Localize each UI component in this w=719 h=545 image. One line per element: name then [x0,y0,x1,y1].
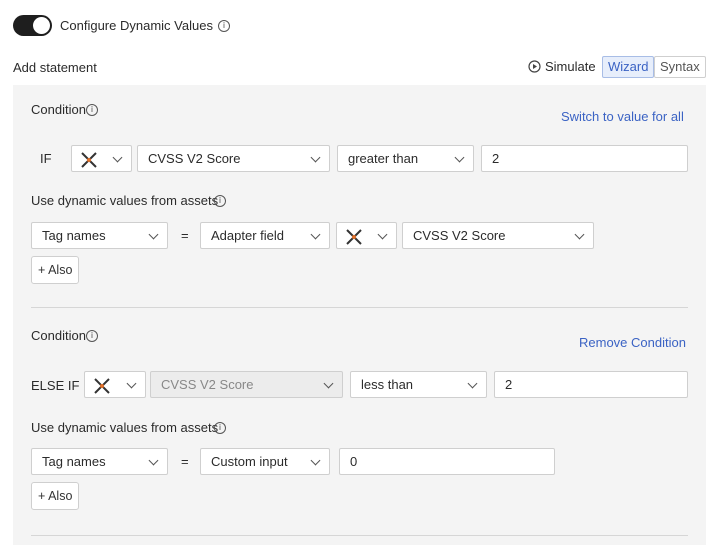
target-select-value: Tag names [42,228,106,243]
value-input-text: 2 [505,377,513,392]
target-select-value: Tag names [42,454,106,469]
info-icon[interactable]: i [86,104,98,116]
source-field-select[interactable]: CVSS V2 Score [402,222,594,249]
dynamic-values-title: Use dynamic values from assets [31,420,219,435]
switch-to-value-link[interactable]: Switch to value for all [561,109,684,124]
custom-value-text: 0 [350,454,358,469]
field-select[interactable]: CVSS V2 Score [137,145,330,172]
source-adapter-select[interactable] [336,222,397,249]
chevron-down-icon [310,229,321,240]
play-circle-icon[interactable] [528,60,541,73]
custom-value-input[interactable]: 0 [339,448,555,475]
condition-title: Condition [31,328,86,343]
field-select-value: CVSS V2 Score [161,377,254,392]
tab-syntax[interactable]: Syntax [654,56,706,78]
chevron-down-icon [467,378,478,389]
target-select[interactable]: Tag names [31,448,168,475]
adapter-x-icon [81,152,97,168]
divider [31,307,688,308]
chevron-down-icon [574,229,585,240]
adapter-select[interactable] [71,145,132,172]
operator-select-value: greater than [348,151,419,166]
adapter-select[interactable] [84,371,146,398]
chevron-down-icon [310,455,321,466]
tab-wizard[interactable]: Wizard [602,56,654,78]
dynamic-values-title: Use dynamic values from assets [31,193,219,208]
info-icon[interactable]: i [218,20,230,32]
operator-select[interactable]: greater than [337,145,474,172]
equals-sign: = [181,228,189,243]
chevron-down-icon [112,152,123,163]
equals-sign: = [181,454,189,469]
else-if-keyword: ELSE IF [31,378,80,393]
value-input[interactable]: 2 [481,145,688,172]
simulate-button[interactable]: Simulate [545,59,596,74]
also-button[interactable]: + Also [31,256,80,284]
info-icon[interactable]: i [214,195,226,207]
source-select-value: Adapter field [211,228,284,243]
chevron-down-icon [323,378,334,389]
divider [31,535,688,536]
remove-condition-link[interactable]: Remove Condition [579,335,686,350]
operator-select-value: less than [361,377,414,392]
adapter-x-icon [94,378,110,394]
chevron-down-icon [377,229,388,240]
also-button[interactable]: + Also [31,482,80,510]
info-icon[interactable]: i [214,422,226,434]
chevron-down-icon [454,152,465,163]
operator-select[interactable]: less than [350,371,487,398]
source-select-value: Custom input [211,454,288,469]
add-statement-label: Add statement [13,60,97,75]
source-select[interactable]: Adapter field [200,222,330,249]
if-keyword: IF [40,151,52,166]
value-input-text: 2 [492,151,500,166]
field-select: CVSS V2 Score [150,371,343,398]
source-select[interactable]: Custom input [200,448,330,475]
source-field-value: CVSS V2 Score [413,228,506,243]
chevron-down-icon [126,378,137,389]
condition-title: Condition [31,102,86,117]
toggle-label: Configure Dynamic Values [60,18,213,33]
adapter-x-icon [346,229,362,245]
chevron-down-icon [148,229,159,240]
chevron-down-icon [310,152,321,163]
target-select[interactable]: Tag names [31,222,168,249]
field-select-value: CVSS V2 Score [148,151,241,166]
dynamic-values-toggle[interactable] [13,15,52,36]
chevron-down-icon [148,455,159,466]
value-input[interactable]: 2 [494,371,688,398]
info-icon[interactable]: i [86,330,98,342]
